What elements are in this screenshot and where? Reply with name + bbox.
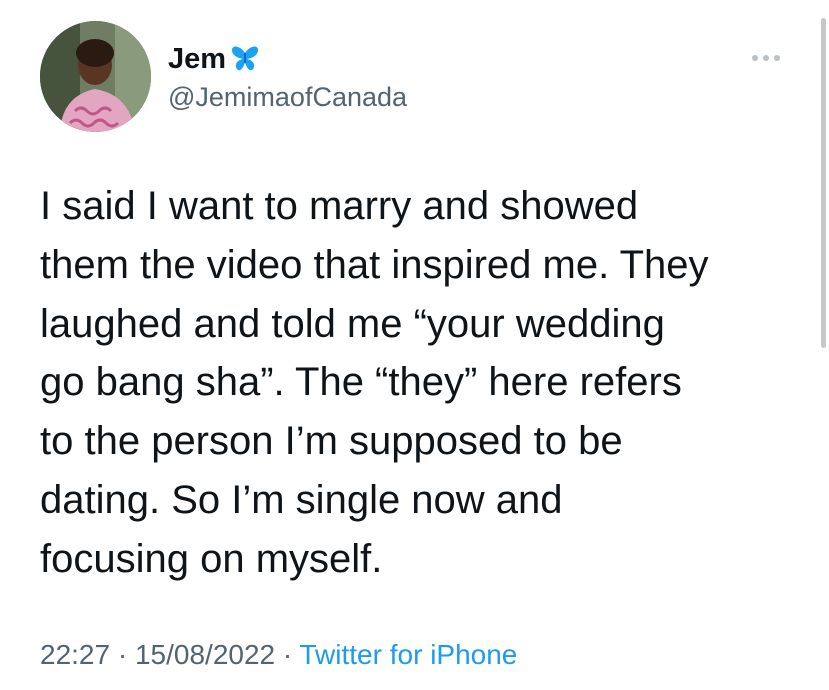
- user-name-row[interactable]: Jem: [168, 42, 260, 76]
- tweet-text-line: to the person I’m supposed to be: [40, 419, 623, 464]
- user-handle[interactable]: @JemimaofCanada: [168, 81, 407, 113]
- tweet-text: I said I want to marry and showed them t…: [40, 177, 810, 589]
- tweet-date[interactable]: 15/08/2022: [135, 639, 275, 670]
- tweet-time[interactable]: 22:27: [40, 639, 110, 670]
- avatar[interactable]: [40, 21, 151, 132]
- tweet-meta: 22:27 · 15/08/2022 · Twitter for iPhone: [40, 638, 517, 672]
- display-name[interactable]: Jem: [168, 42, 226, 76]
- tweet-text-line: focusing on myself.: [40, 536, 383, 581]
- more-options-icon[interactable]: [752, 52, 784, 64]
- scrollbar[interactable]: [821, 18, 826, 348]
- meta-separator: ·: [110, 639, 135, 670]
- avatar-image: [40, 21, 151, 132]
- butterfly-icon: [230, 45, 260, 73]
- meta-separator: ·: [275, 639, 300, 670]
- tweet-text-line: go bang sha”. The “they” here refers: [40, 360, 682, 405]
- tweet-card: Jem @JemimaofCanada I said I want to mar…: [0, 0, 829, 690]
- tweet-text-line: I said I want to marry and showed: [40, 184, 639, 228]
- tweet-source-link[interactable]: Twitter for iPhone: [300, 639, 518, 670]
- tweet-text-line: dating. So I’m single now and: [40, 477, 563, 522]
- tweet-text-line: them the video that inspired me. They: [40, 242, 709, 287]
- tweet-text-line: laughed and told me “your wedding: [40, 301, 665, 346]
